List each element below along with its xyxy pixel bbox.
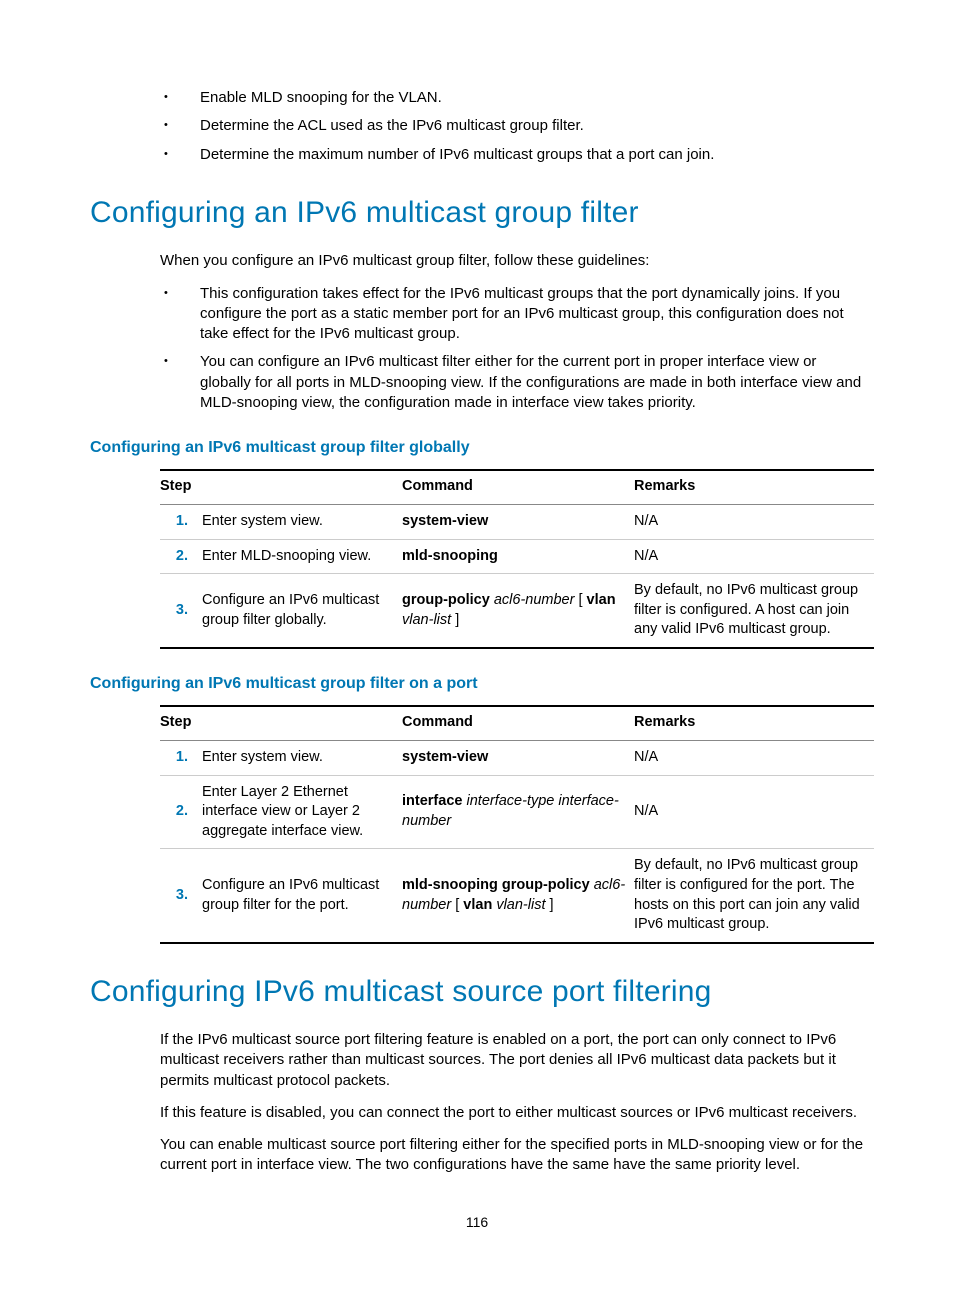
steps-table-global: Step Command Remarks 1. Enter system vie…: [160, 469, 874, 649]
step-remarks: By default, no IPv6 multicast group filt…: [630, 849, 874, 943]
step-remarks: N/A: [630, 741, 874, 776]
step-command: interface interface-type interface-numbe…: [398, 775, 630, 849]
content-area: Enable MLD snooping for the VLAN. Determ…: [160, 88, 864, 1176]
step-remarks: By default, no IPv6 multicast group filt…: [630, 574, 874, 648]
list-item: Determine the ACL used as the IPv6 multi…: [200, 116, 864, 136]
guideline-bullet-list: This configuration takes effect for the …: [160, 284, 864, 414]
cmd-text: system-view: [402, 749, 488, 765]
cmd-text: vlan: [587, 592, 616, 608]
step-number: 1.: [160, 741, 198, 776]
cmd-text: [: [578, 592, 586, 608]
section-heading: Configuring an IPv6 multicast group filt…: [90, 193, 864, 234]
step-desc: Enter Layer 2 Ethernet interface view or…: [198, 775, 398, 849]
subsection-heading: Configuring an IPv6 multicast group filt…: [90, 673, 864, 695]
step-number: 2.: [160, 539, 198, 574]
list-item: This configuration takes effect for the …: [200, 284, 864, 345]
table-row: 3. Configure an IPv6 multicast group fil…: [160, 849, 874, 943]
step-number: 3.: [160, 849, 198, 943]
step-number: 2.: [160, 775, 198, 849]
paragraph: If this feature is disabled, you can con…: [160, 1103, 864, 1123]
table-header-step: Step: [160, 470, 398, 505]
table-header-command: Command: [398, 706, 630, 741]
step-number: 3.: [160, 574, 198, 648]
intro-bullet-list: Enable MLD snooping for the VLAN. Determ…: [160, 88, 864, 165]
table-header-command: Command: [398, 470, 630, 505]
list-item: You can configure an IPv6 multicast filt…: [200, 352, 864, 413]
table-row: 1. Enter system view. system-view N/A: [160, 505, 874, 540]
step-desc: Configure an IPv6 multicast group filter…: [198, 849, 398, 943]
cmd-text: vlan-list: [496, 897, 545, 913]
list-item: Enable MLD snooping for the VLAN.: [200, 88, 864, 108]
table-row: 1. Enter system view. system-view N/A: [160, 741, 874, 776]
cmd-text: interface: [402, 793, 462, 809]
step-desc: Configure an IPv6 multicast group filter…: [198, 574, 398, 648]
paragraph: When you configure an IPv6 multicast gro…: [160, 251, 864, 271]
steps-table-port: Step Command Remarks 1. Enter system vie…: [160, 705, 874, 944]
cmd-text: group-policy: [402, 592, 490, 608]
table-header-step: Step: [160, 706, 398, 741]
paragraph: You can enable multicast source port fil…: [160, 1135, 864, 1176]
step-command: mld-snooping group-policy acl6-number [ …: [398, 849, 630, 943]
paragraph: If the IPv6 multicast source port filter…: [160, 1030, 864, 1091]
cmd-text: vlan: [463, 897, 492, 913]
step-remarks: N/A: [630, 539, 874, 574]
list-item: Determine the maximum number of IPv6 mul…: [200, 145, 864, 165]
step-remarks: N/A: [630, 505, 874, 540]
step-command: system-view: [398, 741, 630, 776]
step-command: mld-snooping: [398, 539, 630, 574]
section-heading: Configuring IPv6 multicast source port f…: [90, 972, 864, 1013]
cmd-text: mld-snooping: [402, 548, 498, 564]
cmd-text: ]: [455, 612, 459, 628]
cmd-text: ]: [550, 897, 554, 913]
page-number: 116: [0, 1213, 954, 1232]
table-row: 2. Enter Layer 2 Ethernet interface view…: [160, 775, 874, 849]
cmd-text: mld-snooping group-policy: [402, 877, 590, 893]
step-remarks: N/A: [630, 775, 874, 849]
step-number: 1.: [160, 505, 198, 540]
document-page: Enable MLD snooping for the VLAN. Determ…: [0, 0, 954, 1296]
step-desc: Enter MLD-snooping view.: [198, 539, 398, 574]
step-desc: Enter system view.: [198, 505, 398, 540]
table-row: 3. Configure an IPv6 multicast group fil…: [160, 574, 874, 648]
table-header-remarks: Remarks: [630, 706, 874, 741]
step-desc: Enter system view.: [198, 741, 398, 776]
step-command: system-view: [398, 505, 630, 540]
step-command: group-policy acl6-number [ vlan vlan-lis…: [398, 574, 630, 648]
cmd-text: acl6-number: [494, 592, 575, 608]
cmd-text: vlan-list: [402, 612, 451, 628]
cmd-text: system-view: [402, 513, 488, 529]
table-header-remarks: Remarks: [630, 470, 874, 505]
table-row: 2. Enter MLD-snooping view. mld-snooping…: [160, 539, 874, 574]
subsection-heading: Configuring an IPv6 multicast group filt…: [90, 437, 864, 459]
